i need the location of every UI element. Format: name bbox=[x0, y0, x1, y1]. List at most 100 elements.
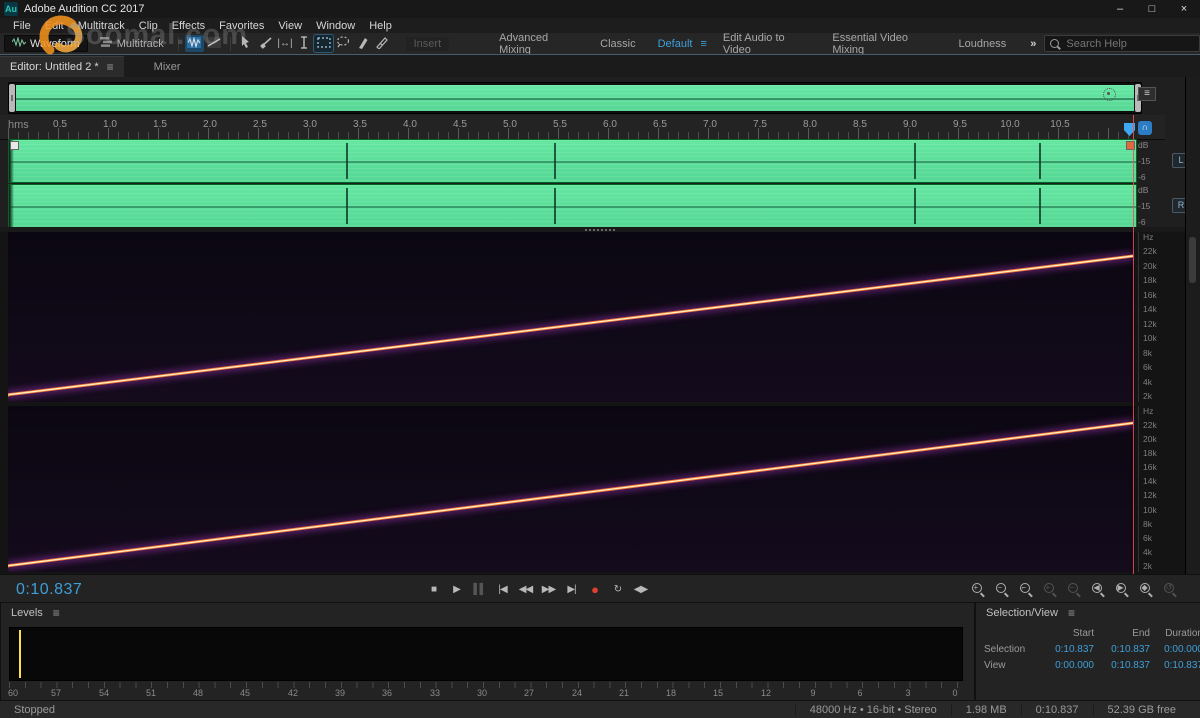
ruler-major-ticks bbox=[8, 128, 1135, 139]
bottom-panels: Levels ≡ 60 57 54 51 48 45 42 39 36 33 3… bbox=[0, 602, 1200, 702]
spectral-left-channel[interactable] bbox=[8, 232, 1135, 402]
scrollbar-thumb[interactable] bbox=[1189, 237, 1196, 283]
editor-panel-menu-icon[interactable]: ≡ bbox=[1138, 87, 1156, 101]
pause-button[interactable]: ▌▌ bbox=[471, 581, 488, 598]
menu-file[interactable]: File bbox=[6, 20, 38, 32]
level-scale-label: 6 bbox=[857, 688, 863, 698]
move-tool[interactable] bbox=[237, 35, 256, 52]
workspace-loudness[interactable]: Loudness bbox=[949, 36, 1017, 52]
spot-healing-brush-tool[interactable] bbox=[372, 35, 391, 52]
level-meter bbox=[9, 627, 963, 681]
level-scale-label: 57 bbox=[50, 688, 62, 698]
selection-start-value[interactable]: 0:10.837 bbox=[1038, 644, 1094, 655]
db-scale-left: dB -15 -6 bbox=[1138, 140, 1151, 182]
menu-view[interactable]: View bbox=[271, 20, 309, 32]
zoom-reset-button[interactable]: ↺ bbox=[1163, 582, 1178, 598]
app-icon: Au bbox=[4, 2, 18, 16]
marquee-selection-tool[interactable] bbox=[314, 35, 334, 52]
waveform-icon bbox=[11, 36, 27, 50]
rewind-button[interactable]: ◀◀ bbox=[517, 581, 534, 598]
zoom-out-full-button[interactable]: ⌐ bbox=[1019, 582, 1034, 598]
waveform-right-channel[interactable] bbox=[8, 184, 1137, 228]
restore-button[interactable]: □ bbox=[1136, 0, 1168, 18]
minimize-button[interactable]: – bbox=[1104, 0, 1136, 18]
loop-playback-button[interactable]: ↻ bbox=[609, 581, 626, 598]
level-scale-label: 27 bbox=[523, 688, 535, 698]
slip-tool[interactable]: |↔| bbox=[275, 35, 294, 52]
panel-menu-icon[interactable]: ≡ bbox=[107, 60, 114, 74]
waveform-view-button[interactable]: Waveform bbox=[4, 35, 88, 52]
zoom-to-in-point-button[interactable]: ◀ bbox=[1091, 582, 1106, 598]
selection-view-menu-icon[interactable]: ≡ bbox=[1068, 606, 1075, 620]
editor-body: ≡ hms 0.5 1.0 1.5 2.0 2.5 3.0 3.5 4.0 4.… bbox=[0, 77, 1200, 574]
tab-mixer[interactable]: Mixer bbox=[144, 57, 191, 77]
razor-tool[interactable] bbox=[256, 35, 275, 52]
playhead-line[interactable] bbox=[1133, 115, 1134, 574]
skip-to-end-button[interactable]: ▶| bbox=[563, 581, 580, 598]
overview-waveform bbox=[16, 85, 1134, 111]
view-end-value[interactable]: 0:10.837 bbox=[1094, 660, 1150, 671]
playhead-time-display[interactable]: 0:10.837 bbox=[16, 581, 82, 599]
selection-duration-value[interactable]: 0:00.000 bbox=[1150, 644, 1200, 655]
stop-button[interactable]: ■ bbox=[425, 581, 442, 598]
level-scale-label: 36 bbox=[381, 688, 393, 698]
skip-selection-button[interactable]: ◀▶ bbox=[632, 581, 649, 598]
level-scale-label: 0 bbox=[952, 688, 958, 698]
timeline-ruler[interactable]: hms 0.5 1.0 1.5 2.0 2.5 3.0 3.5 4.0 4.5 … bbox=[0, 115, 1165, 140]
menu-help[interactable]: Help bbox=[362, 20, 399, 32]
menu-edit[interactable]: Edit bbox=[38, 20, 71, 32]
view-duration-value[interactable]: 0:10.837 bbox=[1150, 660, 1200, 671]
zoom-out-amplitude-button[interactable]: − bbox=[1067, 582, 1082, 598]
levels-panel-menu-icon[interactable]: ≡ bbox=[53, 606, 60, 620]
selection-view-table: Start End Duration Selection 0:10.837 0:… bbox=[976, 622, 1200, 671]
column-end: End bbox=[1132, 628, 1150, 639]
zoom-to-selection-button[interactable]: ◆ bbox=[1139, 582, 1154, 598]
menu-multitrack[interactable]: Multitrack bbox=[71, 20, 132, 32]
record-button[interactable]: ● bbox=[586, 581, 603, 598]
show-spectral-toggle[interactable] bbox=[204, 35, 223, 52]
paintbrush-selection-tool[interactable] bbox=[353, 35, 372, 52]
zoom-in-amplitude-button[interactable]: + bbox=[1043, 582, 1058, 598]
file-size: 1.98 MB bbox=[950, 704, 1021, 716]
fast-forward-button[interactable]: ▶▶ bbox=[540, 581, 557, 598]
workspace-classic[interactable]: Classic bbox=[590, 36, 645, 52]
time-selection-tool[interactable] bbox=[295, 35, 314, 52]
settings-icon[interactable] bbox=[1103, 87, 1116, 101]
search-help-input[interactable] bbox=[1064, 36, 1179, 51]
title-bar: Au Adobe Audition CC 2017 – □ × bbox=[0, 0, 1200, 18]
close-button[interactable]: × bbox=[1168, 0, 1200, 18]
skip-to-start-button[interactable]: |◀ bbox=[494, 581, 511, 598]
view-start-value[interactable]: 0:00.000 bbox=[1038, 660, 1094, 671]
overview-zoom-bar[interactable] bbox=[8, 82, 1142, 114]
monitor-icon[interactable]: ∩ bbox=[1138, 121, 1152, 135]
row-selection-label: Selection bbox=[984, 644, 1026, 655]
level-scale-label: 12 bbox=[760, 688, 772, 698]
level-scale-label: 30 bbox=[476, 688, 488, 698]
workspace-overflow-chevron[interactable]: » bbox=[1030, 38, 1036, 50]
fade-in-handle[interactable] bbox=[10, 141, 19, 150]
menu-effects[interactable]: Effects bbox=[165, 20, 212, 32]
toolbar-separator bbox=[229, 36, 231, 51]
editor-panel-group: Editor: Untitled 2 * ≡ Mixer ≡ hms 0.5 1… bbox=[0, 54, 1200, 604]
zoom-in-time-button[interactable]: + bbox=[971, 582, 986, 598]
zoom-to-out-point-button[interactable]: ▶ bbox=[1115, 582, 1130, 598]
lasso-selection-tool[interactable] bbox=[333, 35, 352, 52]
selection-end-value[interactable]: 0:10.837 bbox=[1094, 644, 1150, 655]
workspace-menu-icon[interactable]: ≡ bbox=[700, 38, 706, 50]
workspace-default[interactable]: Default bbox=[648, 36, 703, 52]
search-icon bbox=[1050, 39, 1060, 48]
multitrack-view-button[interactable]: Multitrack bbox=[92, 35, 172, 52]
toolbar: Waveform Multitrack |↔| Insert Advanced … bbox=[0, 32, 1200, 56]
overview-left-handle[interactable] bbox=[9, 84, 15, 112]
menu-favorites[interactable]: Favorites bbox=[212, 20, 271, 32]
menu-clip[interactable]: Clip bbox=[132, 20, 165, 32]
menu-window[interactable]: Window bbox=[309, 20, 362, 32]
show-waveform-toggle[interactable] bbox=[184, 35, 205, 52]
frequency-scale-left: Hz 22k 20k 18k 16k 14k 12k 10k 8k 6k 4k 2k bbox=[1138, 232, 1169, 402]
spectral-right-channel[interactable] bbox=[8, 406, 1135, 572]
waveform-left-channel[interactable] bbox=[8, 139, 1137, 183]
tab-editor[interactable]: Editor: Untitled 2 * ≡ bbox=[0, 56, 124, 77]
vertical-zoom-scrollbar[interactable] bbox=[1185, 77, 1200, 574]
zoom-out-time-button[interactable]: − bbox=[995, 582, 1010, 598]
play-button[interactable]: ▶ bbox=[448, 581, 465, 598]
